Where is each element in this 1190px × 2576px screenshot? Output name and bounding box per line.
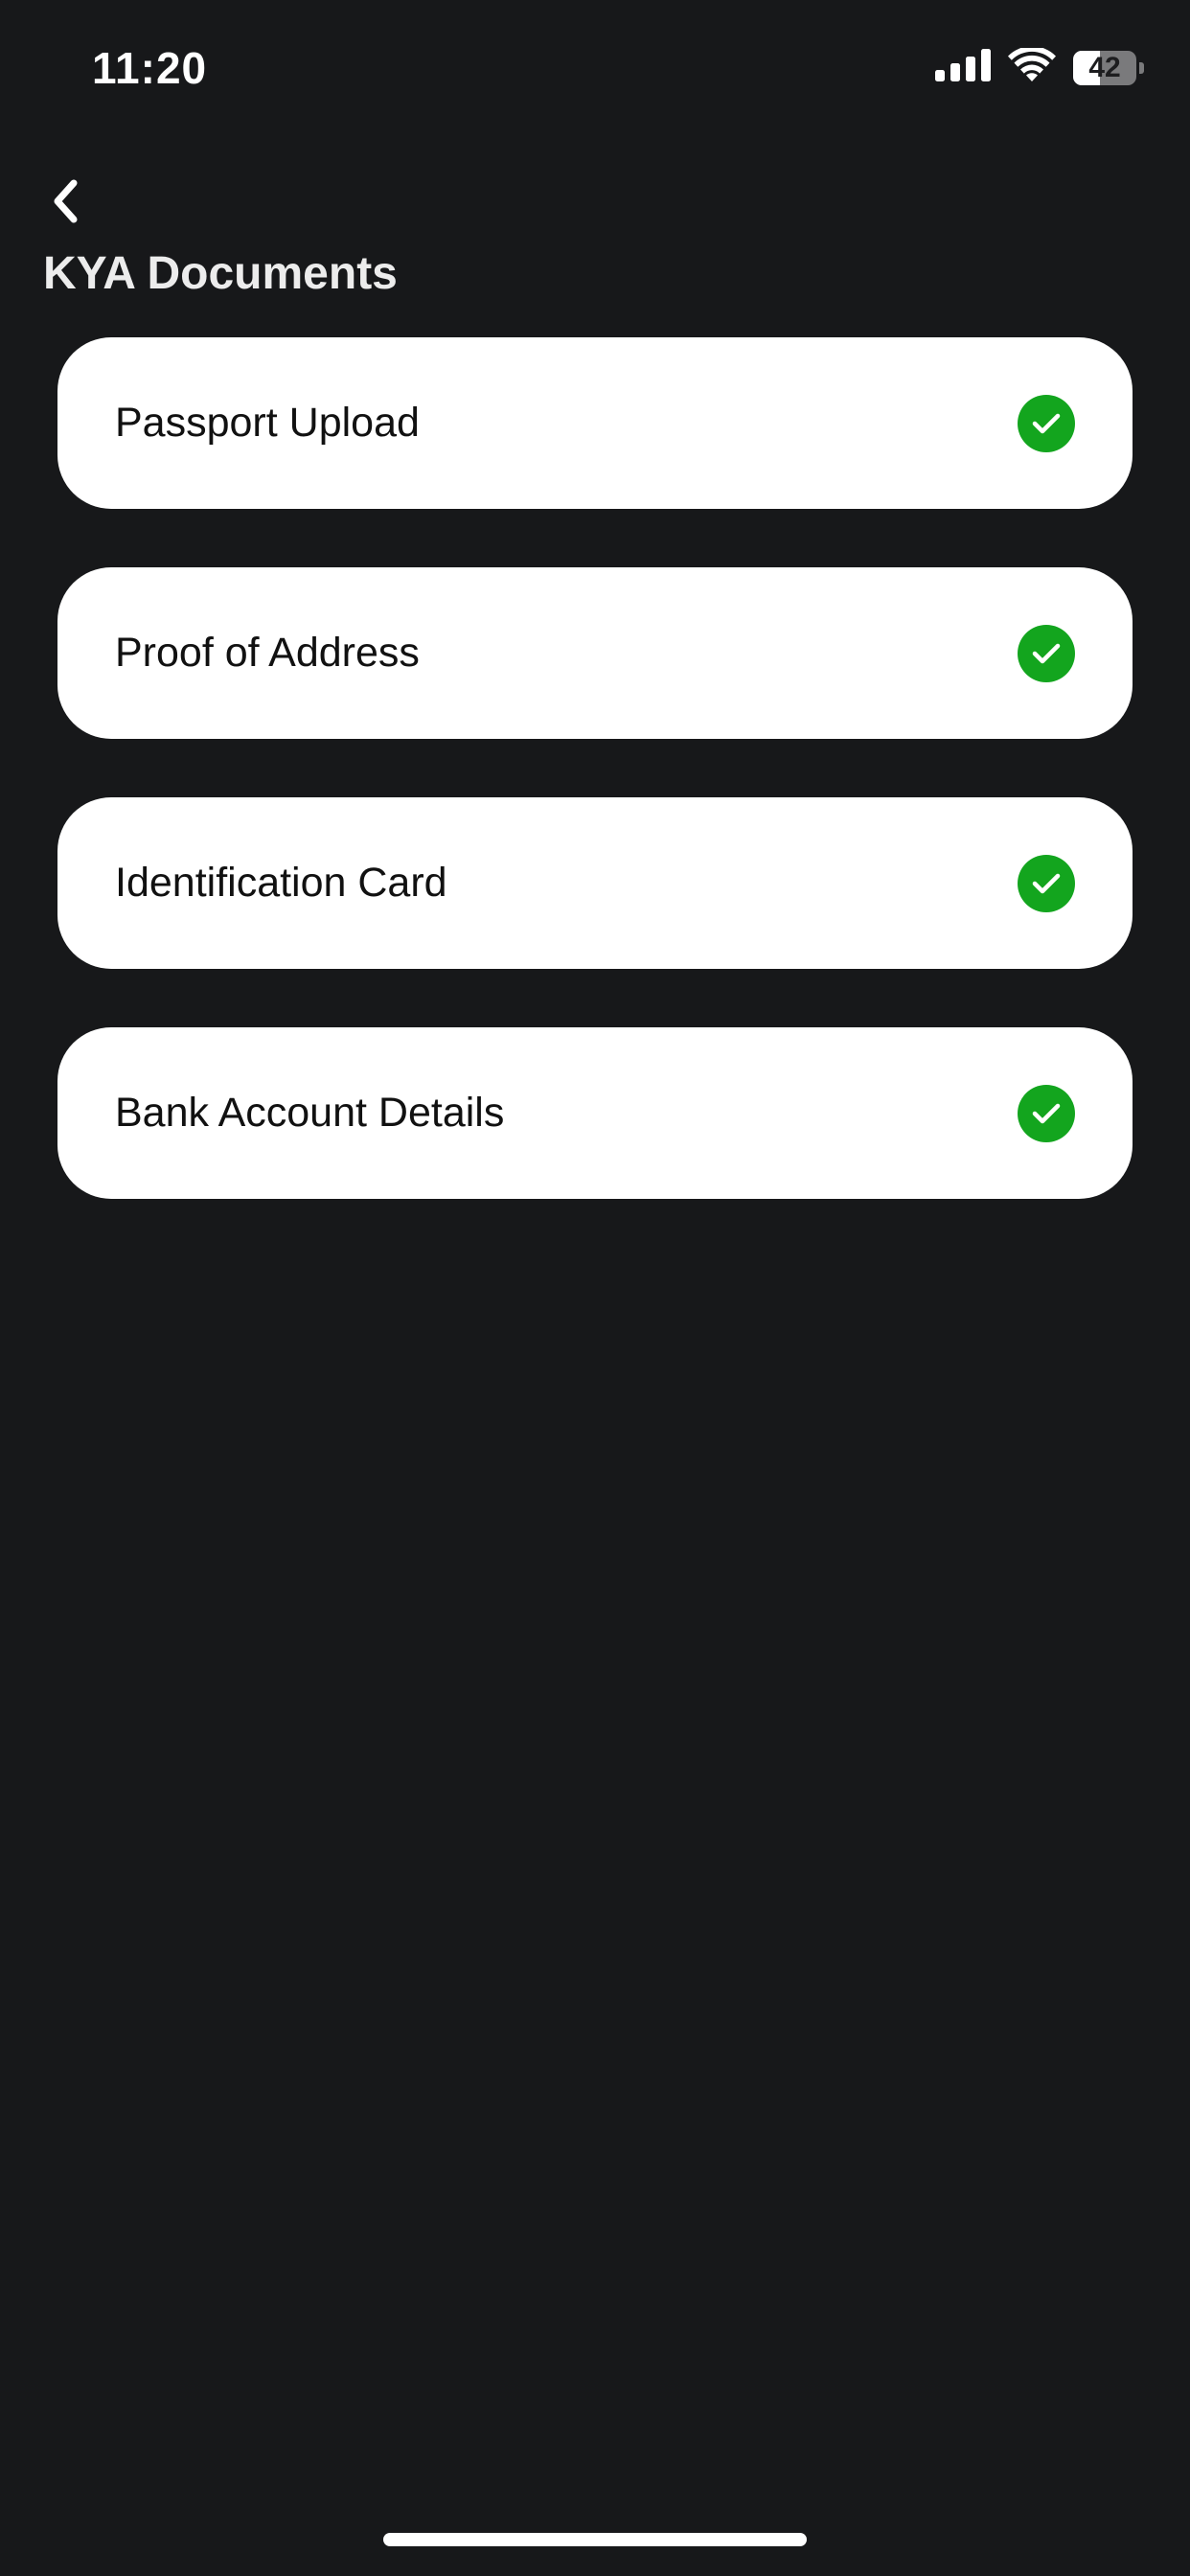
cellular-signal-icon [935,49,991,86]
document-label: Identification Card [115,860,447,906]
document-card-identification-card[interactable]: Identification Card [57,797,1133,969]
document-card-proof-of-address[interactable]: Proof of Address [57,567,1133,739]
back-button[interactable] [38,172,92,234]
document-label: Proof of Address [115,630,420,676]
status-bar: 11:20 42 [0,0,1190,134]
check-circle-icon [1018,1084,1075,1142]
check-circle-icon [1018,854,1075,912]
battery-icon: 42 [1073,50,1144,85]
check-circle-icon [1018,624,1075,682]
chevron-left-icon [51,179,80,228]
status-icons: 42 [935,46,1144,87]
status-time: 11:20 [92,43,208,93]
document-list: Passport Upload Proof of Address Identif… [57,337,1133,1199]
battery-body: 42 [1073,50,1137,85]
document-card-passport-upload[interactable]: Passport Upload [57,337,1133,509]
wifi-icon [1008,46,1056,87]
document-label: Passport Upload [115,400,420,446]
battery-tip [1139,61,1144,74]
battery-level: 42 [1088,51,1121,83]
document-label: Bank Account Details [115,1090,505,1136]
page-title: KYA Documents [43,248,398,299]
check-circle-icon [1018,394,1075,452]
home-indicator[interactable] [383,2533,807,2546]
document-card-bank-account-details[interactable]: Bank Account Details [57,1027,1133,1199]
